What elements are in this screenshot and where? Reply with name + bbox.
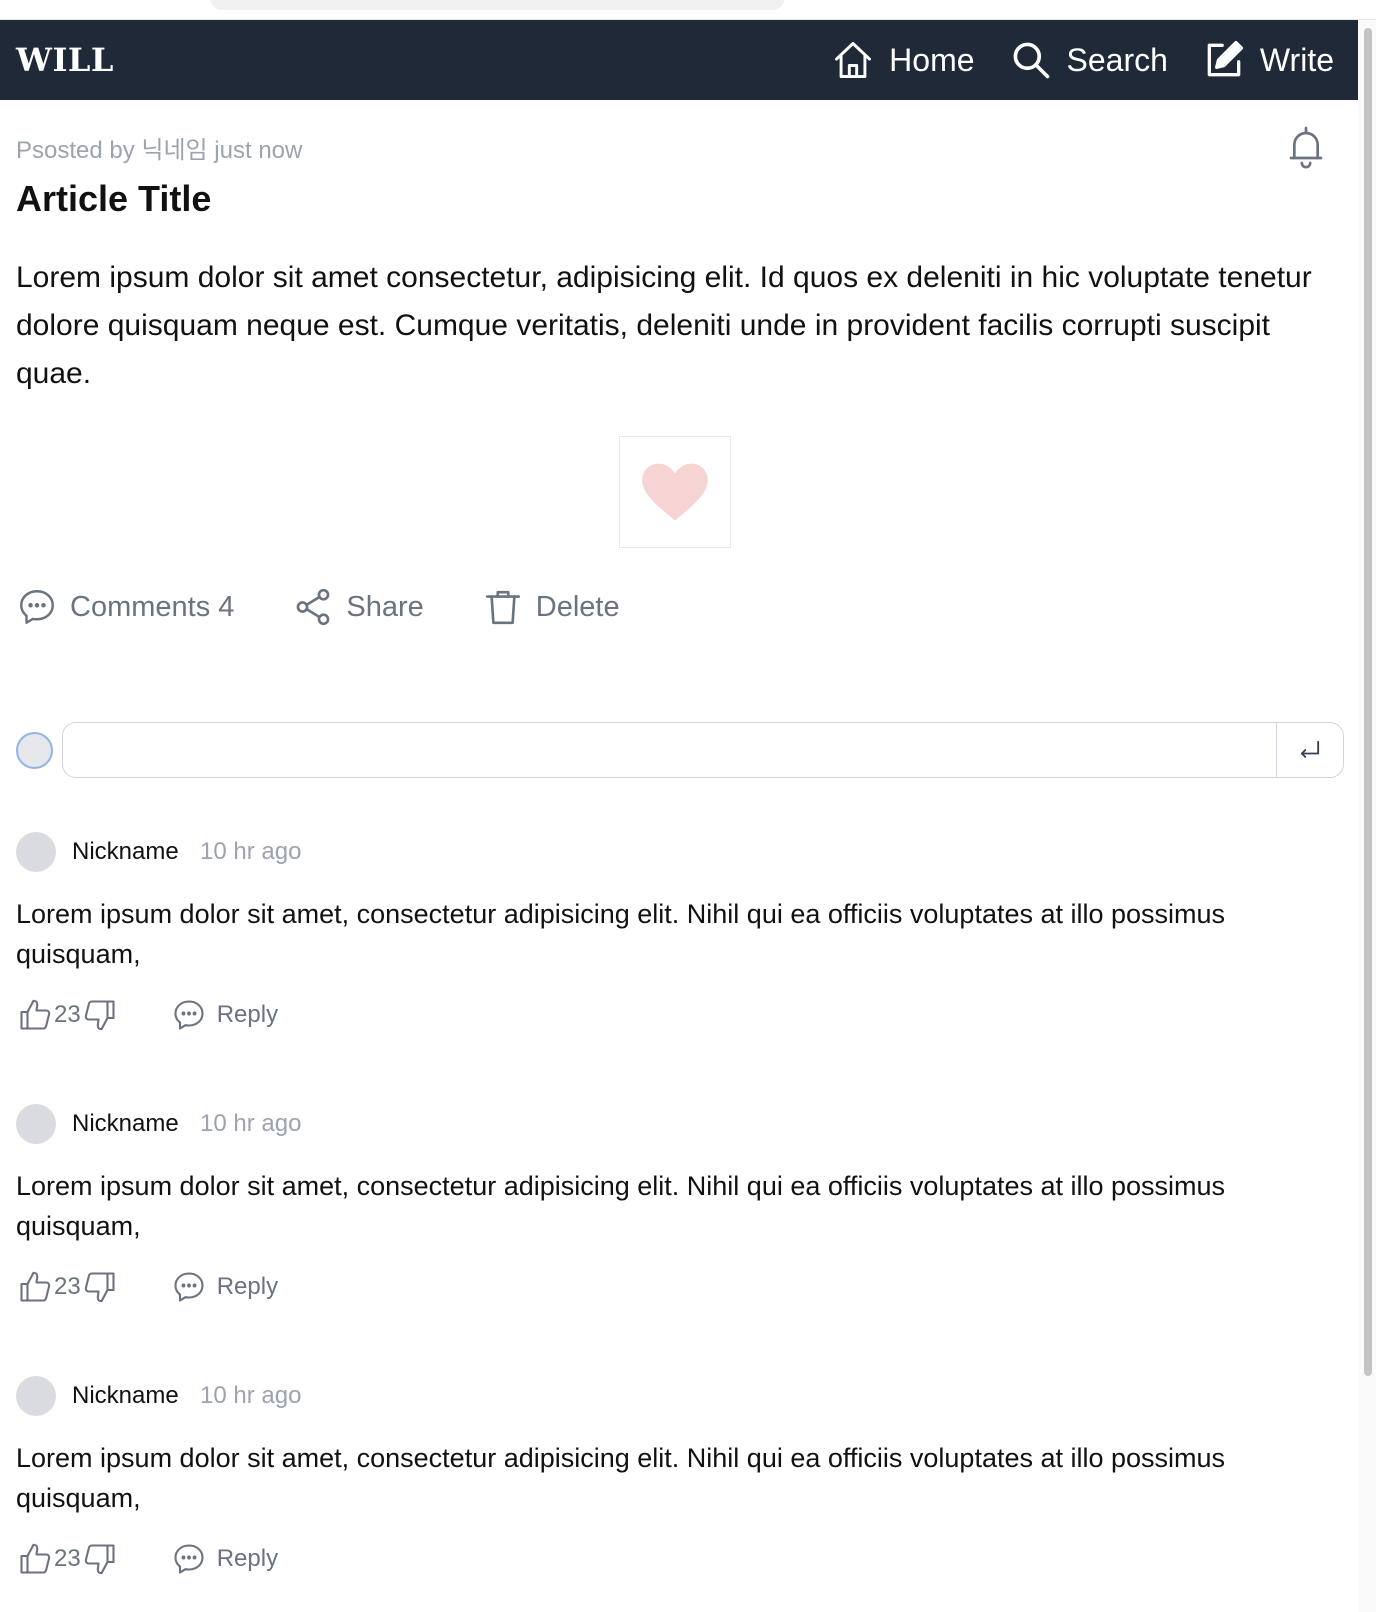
- reply-label: Reply: [216, 1001, 279, 1028]
- nav-links: Home Search Write: [831, 38, 1334, 82]
- reply-button[interactable]: Reply: [171, 1541, 278, 1577]
- comments-button[interactable]: Comments 4: [16, 586, 234, 628]
- comment-form: [16, 722, 1344, 778]
- commenter-avatar[interactable]: [16, 832, 56, 872]
- return-arrow-icon: [1300, 740, 1320, 758]
- commenter-avatar[interactable]: [16, 1376, 56, 1416]
- commenter-nickname[interactable]: Nickname: [72, 838, 179, 866]
- vote-group: 23: [16, 1268, 119, 1306]
- browser-address-bar[interactable]: [210, 0, 785, 10]
- thumbs-down-icon: [84, 1544, 115, 1575]
- downvote-button[interactable]: [81, 1540, 119, 1578]
- comment-input[interactable]: [62, 722, 1276, 778]
- delete-label: Delete: [535, 590, 620, 623]
- article-meta: Psosted by 닉네임 just now: [16, 137, 303, 164]
- vote-count: 23: [54, 1545, 81, 1572]
- thumbs-up-icon: [20, 1271, 51, 1302]
- article-title: Article Title: [16, 178, 212, 219]
- comment-timestamp: 10 hr ago: [200, 1110, 302, 1137]
- share-label: Share: [346, 590, 424, 623]
- vote-count: 23: [54, 1273, 81, 1300]
- upvote-button[interactable]: [16, 1268, 54, 1306]
- comments-label: Comments 4: [70, 590, 235, 623]
- nav-write-link[interactable]: Write: [1202, 38, 1334, 82]
- upvote-button[interactable]: [16, 996, 54, 1034]
- home-icon: [835, 42, 872, 78]
- article-body: Lorem ipsum dolor sit amet consectetur, …: [16, 261, 1312, 390]
- comment-actions: 23 Reply: [16, 1268, 278, 1306]
- chat-bubble-icon: [174, 1000, 204, 1030]
- nav-search-label: Search: [1066, 41, 1168, 78]
- commenter-avatar[interactable]: [16, 1104, 56, 1144]
- reply-label: Reply: [216, 1273, 279, 1300]
- vote-count: 23: [54, 1001, 81, 1028]
- commenter-nickname[interactable]: Nickname: [72, 1382, 179, 1410]
- logo[interactable]: WILL: [16, 41, 114, 79]
- delete-button[interactable]: Delete: [482, 586, 620, 628]
- vote-group: 23: [16, 1540, 119, 1578]
- thumbs-down-icon: [84, 1272, 115, 1303]
- comment-item: Nickname 10 hr ago Lorem ipsum dolor sit…: [16, 1376, 1334, 1612]
- chat-bubble-icon: [20, 590, 54, 624]
- pencil-square-icon: [1207, 40, 1243, 77]
- vote-group: 23: [16, 996, 119, 1034]
- reply-label: Reply: [216, 1545, 279, 1572]
- thumbs-down-icon: [84, 1000, 115, 1031]
- trash-icon: [485, 590, 520, 625]
- comment-text: Lorem ipsum dolor sit amet, consectetur …: [16, 1443, 1226, 1513]
- commenter-nickname[interactable]: Nickname: [72, 1110, 179, 1138]
- heart-icon: [642, 463, 708, 521]
- comment-text: Lorem ipsum dolor sit amet, consectetur …: [16, 899, 1226, 969]
- search-icon: [1013, 42, 1049, 79]
- submit-comment-button[interactable]: [1276, 722, 1344, 778]
- upvote-button[interactable]: [16, 1540, 54, 1578]
- nav-home-label: Home: [889, 41, 975, 78]
- comment-item: Nickname 10 hr ago Lorem ipsum dolor sit…: [16, 1104, 1334, 1344]
- comment-actions: 23 Reply: [16, 1540, 278, 1578]
- nav-write-label: Write: [1259, 41, 1334, 78]
- downvote-button[interactable]: [81, 1268, 119, 1306]
- reply-button[interactable]: Reply: [171, 997, 278, 1033]
- like-button[interactable]: [619, 436, 731, 548]
- current-user-avatar: [16, 732, 53, 769]
- navbar: WILL Home Search Write: [0, 20, 1358, 100]
- chat-bubble-icon: [174, 1544, 204, 1574]
- reply-button[interactable]: Reply: [171, 1269, 278, 1305]
- comment-text: Lorem ipsum dolor sit amet, consectetur …: [16, 1171, 1226, 1241]
- comment-item: Nickname 10 hr ago Lorem ipsum dolor sit…: [16, 832, 1334, 1072]
- nav-home-link[interactable]: Home: [831, 38, 975, 82]
- comment-actions: 23 Reply: [16, 996, 278, 1034]
- share-button[interactable]: Share: [292, 586, 424, 628]
- thumbs-up-icon: [20, 999, 51, 1030]
- comment-timestamp: 10 hr ago: [200, 1382, 302, 1409]
- article-actions: Comments 4 Share Delete: [16, 586, 620, 628]
- share-icon: [297, 588, 330, 626]
- scrollbar-thumb[interactable]: [1364, 28, 1372, 1376]
- browser-top-bar: [0, 0, 1376, 20]
- bell-icon[interactable]: [1286, 124, 1326, 172]
- chat-bubble-icon: [174, 1272, 204, 1302]
- comment-timestamp: 10 hr ago: [200, 838, 302, 865]
- nav-search-link[interactable]: Search: [1009, 38, 1168, 82]
- downvote-button[interactable]: [81, 996, 119, 1034]
- thumbs-up-icon: [20, 1543, 51, 1574]
